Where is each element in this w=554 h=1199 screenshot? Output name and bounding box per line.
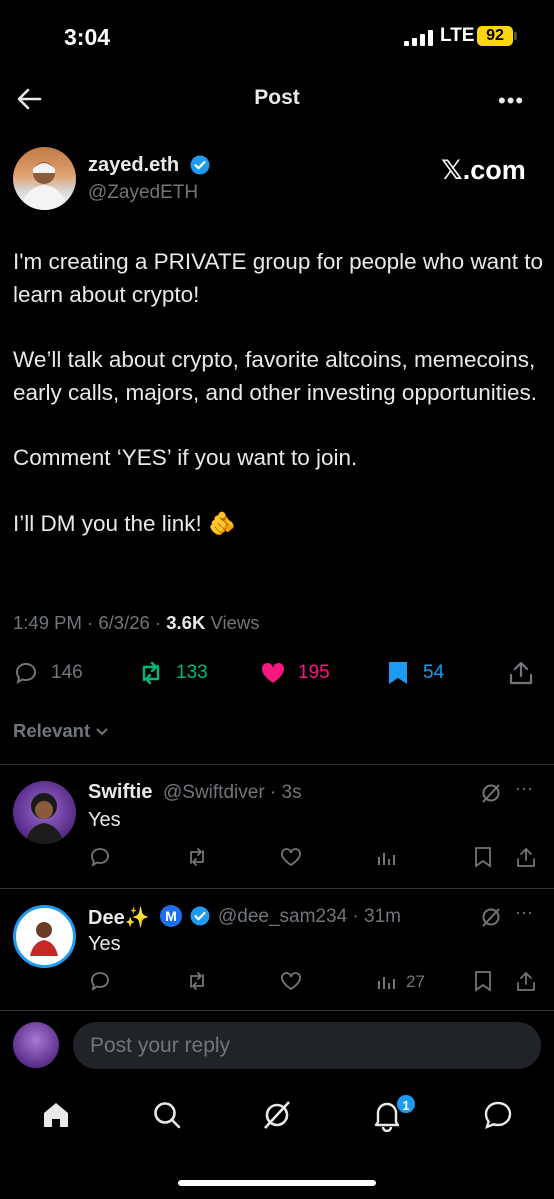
views-count: 27 (406, 972, 425, 991)
messages-icon[interactable] (481, 1098, 515, 1132)
sort-label: Relevant (13, 720, 91, 741)
repost-icon[interactable] (186, 970, 208, 992)
reply-input[interactable]: Post your reply (73, 1022, 541, 1069)
source-logo: 𝕏.com (441, 155, 526, 185)
post-actions: 146 133 195 54 (0, 655, 554, 691)
reply-more-icon[interactable]: ··· (515, 778, 533, 799)
like-button[interactable]: 195 (260, 655, 330, 691)
author-avatar[interactable] (13, 147, 76, 210)
reply-item[interactable]: Dee✨ M @dee_sam234 · 31m ··· Yes 27 (0, 888, 554, 1012)
home-icon[interactable] (39, 1098, 73, 1132)
views-icon[interactable] (376, 846, 398, 868)
verified-badge-icon (190, 155, 210, 175)
repost-icon[interactable] (186, 846, 208, 868)
heart-icon[interactable] (280, 970, 302, 992)
reply-count: 146 (51, 662, 83, 683)
repost-count: 133 (176, 662, 208, 683)
reply-icon[interactable] (89, 970, 111, 992)
more-options-icon[interactable]: ••• (498, 88, 524, 114)
views-icon[interactable] (376, 970, 398, 992)
network-label: LTE (440, 25, 475, 46)
reply-item[interactable]: Swiftie @Swiftdiver · 3s ··· Yes (0, 764, 554, 888)
my-avatar[interactable] (13, 1022, 59, 1068)
post-text: I'm creating a PRIVATE group for people … (13, 246, 543, 573)
affiliate-badge: M (160, 905, 182, 927)
status-time: 3:04 (64, 24, 111, 50)
author-name[interactable]: zayed.eth (88, 154, 179, 177)
grok-icon[interactable] (480, 782, 502, 804)
repost-button[interactable]: 133 (138, 655, 208, 691)
bookmark-button[interactable]: 54 (385, 655, 444, 691)
grok-icon[interactable] (480, 906, 502, 928)
reply-text: Yes (88, 809, 121, 831)
verified-badge-icon (190, 906, 210, 926)
signal-icon (404, 30, 433, 46)
bookmark-icon (389, 662, 407, 684)
reply-icon[interactable] (89, 846, 111, 868)
reply-avatar[interactable] (13, 905, 76, 968)
battery-nub (514, 32, 517, 40)
post-paragraph: I’ll DM you the link! 🫵 (13, 510, 237, 536)
battery-icon: 92 (477, 26, 513, 46)
reply-avatar[interactable] (13, 781, 76, 844)
reply-author-name[interactable]: Swiftie (88, 781, 152, 804)
divider (0, 1010, 554, 1011)
status-bar: 3:04 LTE 92 (0, 0, 554, 70)
reply-handle: @Swiftdiver (163, 782, 265, 803)
page-title: Post (254, 86, 300, 109)
reply-text: Yes (88, 933, 121, 955)
post-paragraph: We’ll talk about crypto, favorite altcoi… (13, 347, 538, 405)
share-icon[interactable] (515, 970, 537, 992)
like-count: 195 (298, 662, 330, 683)
reply-author-handle[interactable]: @dee_sam234 · 31m (218, 906, 401, 928)
share-icon (509, 661, 533, 685)
sort-dropdown[interactable]: Relevant (13, 720, 109, 742)
post-time: 1:49 PM (13, 612, 82, 633)
reply-time: 31m (364, 906, 402, 927)
top-bar: Post ••• (0, 74, 554, 124)
post-meta: 1:49 PM · 6/3/26 · 3.6K Views (13, 612, 260, 633)
views-count: 3.6K (166, 612, 206, 633)
heart-icon (261, 662, 285, 683)
post-date: 6/3/26 (98, 612, 150, 633)
post-paragraph: Comment ‘YES’ if you want to join. (13, 445, 358, 470)
heart-icon[interactable] (280, 846, 302, 868)
reply-author-handle[interactable]: @Swiftdiver · 3s (163, 782, 302, 804)
bookmark-icon[interactable] (472, 846, 494, 868)
views-label[interactable]: Views (210, 612, 259, 633)
reply-icon (15, 662, 37, 684)
share-button[interactable] (508, 655, 534, 691)
post-paragraph: I'm creating a PRIVATE group for people … (13, 249, 543, 307)
share-icon[interactable] (515, 846, 537, 868)
chevron-down-icon (96, 728, 108, 736)
repost-icon (142, 661, 160, 685)
reply-button[interactable]: 146 (13, 655, 83, 691)
reply-time: 3s (281, 782, 302, 803)
bookmark-icon[interactable] (472, 970, 494, 992)
reply-handle: @dee_sam234 (218, 906, 348, 927)
author-handle[interactable]: @ZayedETH (88, 182, 198, 204)
reply-author-name[interactable]: Dee✨ (88, 905, 150, 930)
home-indicator (178, 1180, 376, 1186)
notification-badge: 1 (395, 1093, 417, 1115)
search-icon[interactable] (150, 1098, 184, 1132)
reply-more-icon[interactable]: ··· (515, 902, 533, 923)
bookmark-count: 54 (423, 662, 445, 683)
grok-icon[interactable] (260, 1098, 294, 1132)
